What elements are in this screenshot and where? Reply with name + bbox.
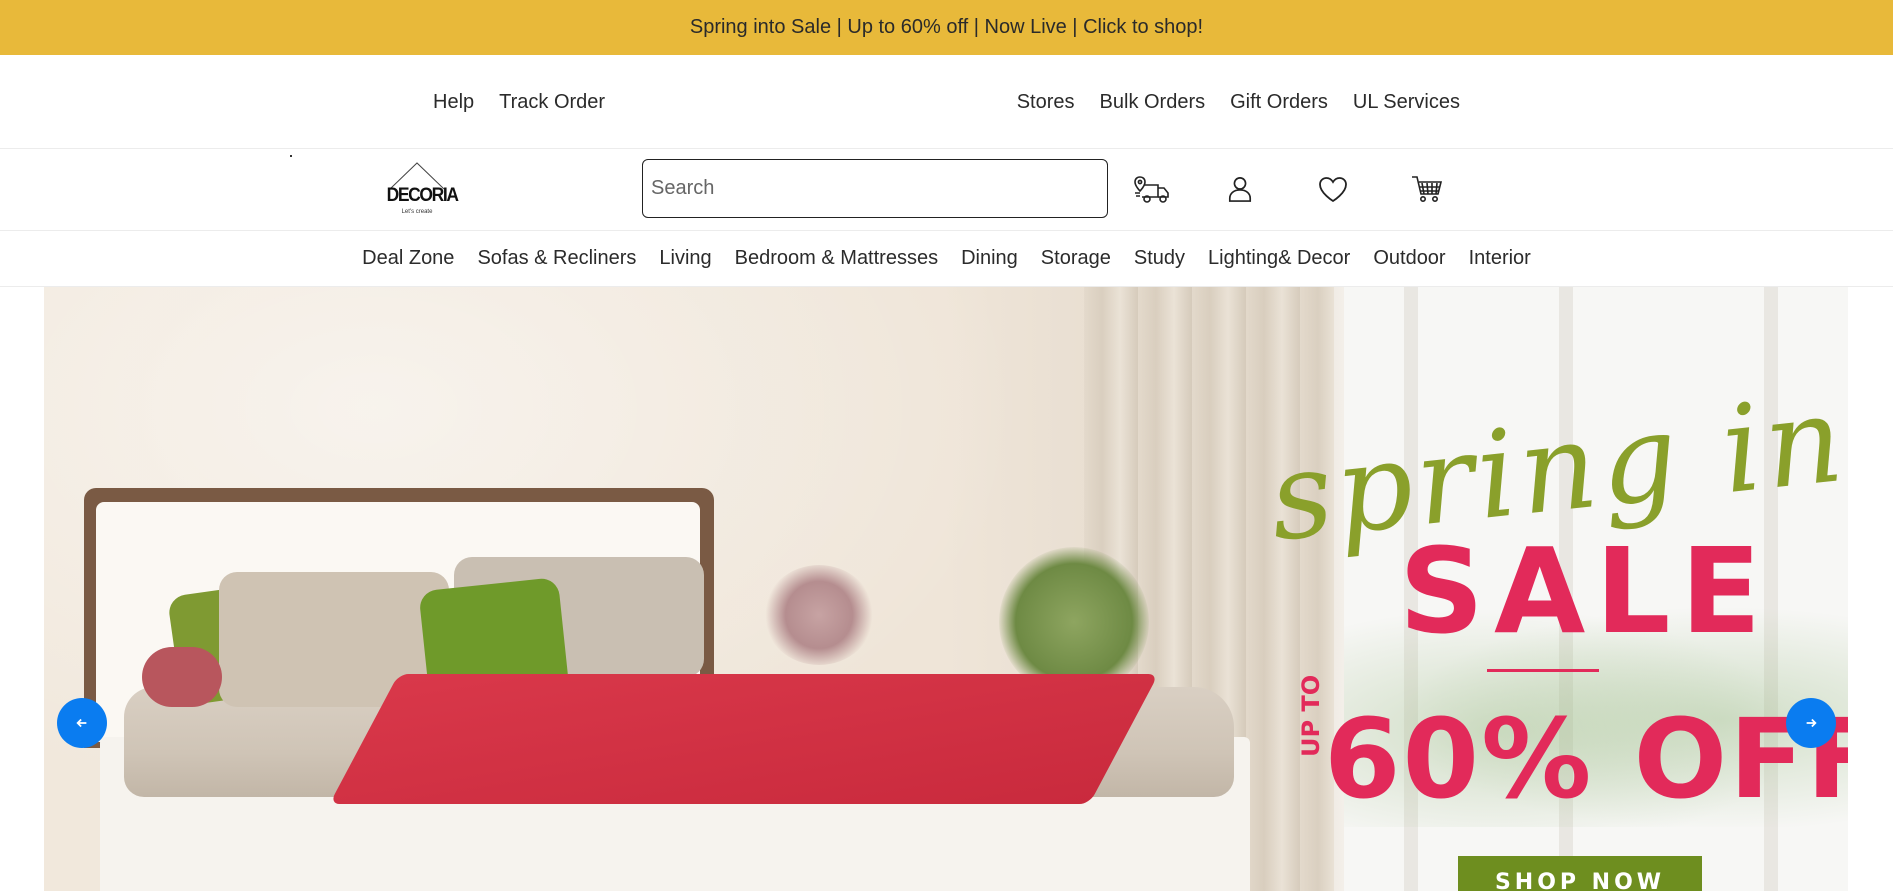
category-outdoor[interactable]: Outdoor — [1373, 247, 1445, 270]
utility-bar: Help Track Order Stores Bulk Orders Gift… — [0, 55, 1893, 149]
search-input[interactable] — [642, 159, 1108, 218]
arrow-right-icon — [1806, 718, 1817, 728]
ul-services-link[interactable]: UL Services — [1353, 91, 1460, 114]
shopping-cart-icon[interactable] — [1407, 171, 1447, 207]
carousel-prev-button[interactable] — [57, 698, 107, 748]
hero-banner[interactable]: spring int SALE UP TO 60% OFF SHOP NOW — [44, 287, 1848, 891]
gift-orders-link[interactable]: Gift Orders — [1230, 91, 1328, 114]
category-living[interactable]: Living — [659, 247, 711, 270]
flowers-image — [764, 565, 874, 665]
announcement-text[interactable]: Spring into Sale | Up to 60% off | Now L… — [690, 16, 1203, 39]
announcement-bar[interactable]: Spring into Sale | Up to 60% off | Now L… — [0, 0, 1893, 55]
main-header: DECORIA Let's create — [0, 149, 1893, 231]
category-deal-zone[interactable]: Deal Zone — [362, 247, 454, 270]
track-order-link[interactable]: Track Order — [499, 91, 605, 114]
logo-wordmark: DECORIA — [386, 185, 459, 206]
carousel-next-button[interactable] — [1786, 698, 1836, 748]
category-lighting-decor[interactable]: Lighting& Decor — [1208, 247, 1350, 270]
category-dining[interactable]: Dining — [961, 247, 1018, 270]
promo-upto: UP TO — [1297, 674, 1325, 757]
category-sofas-recliners[interactable]: Sofas & Recliners — [477, 247, 636, 270]
category-bedroom-mattresses[interactable]: Bedroom & Mattresses — [735, 247, 938, 270]
user-account-icon[interactable] — [1220, 171, 1260, 207]
delivery-truck-icon[interactable] — [1132, 171, 1172, 207]
utility-nav-right: Stores Bulk Orders Gift Orders UL Servic… — [1017, 55, 1460, 149]
help-link[interactable]: Help — [433, 91, 474, 114]
utility-nav-left: Help Track Order — [433, 55, 605, 149]
category-nav: Deal Zone Sofas & Recliners Living Bedro… — [0, 231, 1893, 287]
category-storage[interactable]: Storage — [1041, 247, 1111, 270]
category-study[interactable]: Study — [1134, 247, 1185, 270]
promo-discount: 60% OFF — [1324, 695, 1848, 823]
bulk-orders-link[interactable]: Bulk Orders — [1100, 91, 1206, 114]
shop-now-button[interactable]: SHOP NOW — [1458, 856, 1702, 891]
stores-link[interactable]: Stores — [1017, 91, 1075, 114]
promo-headline: SALE — [1399, 522, 1772, 660]
pillow-bolster — [142, 647, 222, 707]
logo-tagline: Let's create — [401, 209, 433, 215]
stray-dot — [290, 155, 292, 157]
bed-throw-blanket — [329, 674, 1159, 804]
arrow-left-icon — [76, 718, 87, 728]
category-interior[interactable]: Interior — [1469, 247, 1531, 270]
site-logo[interactable]: DECORIA Let's create — [384, 161, 459, 221]
promo-divider — [1487, 669, 1599, 672]
wishlist-heart-icon[interactable] — [1313, 171, 1353, 207]
